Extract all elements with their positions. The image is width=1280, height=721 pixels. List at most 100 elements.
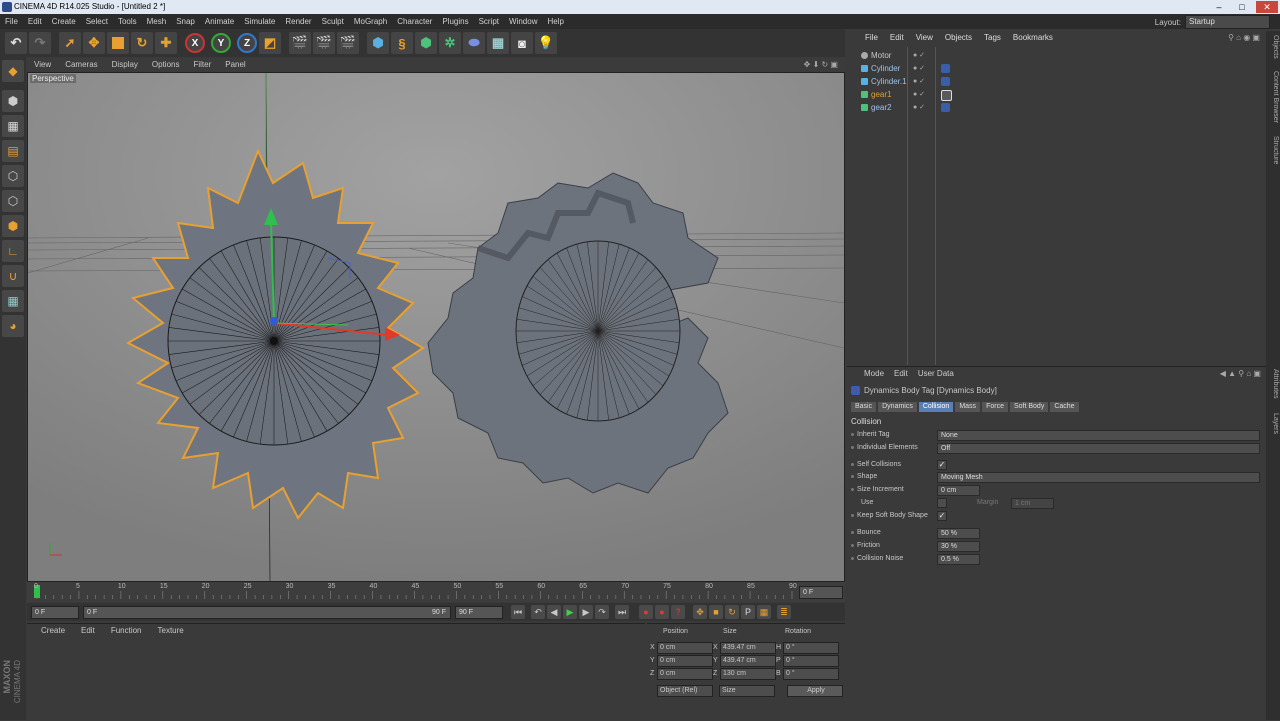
size-x-field[interactable]: 439.47 cm <box>720 642 776 654</box>
viewport-menu-options[interactable]: Options <box>145 58 187 71</box>
object-row-motor[interactable]: Motor ● ✓ <box>851 49 1261 62</box>
attr-tab-collision[interactable]: Collision <box>918 402 954 412</box>
object-row-cylinder[interactable]: Cylinder ● ✓ <box>851 62 1261 75</box>
coordinate-system-icon[interactable]: ◩ <box>259 32 281 54</box>
move-icon[interactable]: ✥ <box>83 32 105 54</box>
visibility-dots-icon[interactable]: ● ✓ <box>913 77 925 85</box>
record-active-icon[interactable]: ● <box>639 605 653 619</box>
objmgr-menu-view[interactable]: View <box>910 31 939 45</box>
menu-mesh[interactable]: Mesh <box>142 14 172 29</box>
key-position-icon[interactable]: ✥ <box>693 605 707 619</box>
menu-edit[interactable]: Edit <box>23 14 47 29</box>
polygons-mode-icon[interactable]: ⬢ <box>2 215 24 237</box>
light-icon[interactable]: 💡 <box>535 32 557 54</box>
edges-mode-icon[interactable]: ⬡ <box>2 190 24 212</box>
tab-layers[interactable]: Layers <box>1267 413 1279 434</box>
keep-soft-body-checkbox[interactable]: ✓ <box>937 511 947 521</box>
visibility-dots-icon[interactable]: ● ✓ <box>913 51 925 59</box>
range-slider[interactable]: 0 F 90 F <box>83 605 451 619</box>
axis-mode-icon[interactable]: ∟ <box>2 240 24 262</box>
spline-icon[interactable]: § <box>391 32 413 54</box>
menu-simulate[interactable]: Simulate <box>239 14 280 29</box>
keyframe-selection-icon[interactable]: ? <box>671 605 685 619</box>
menu-help[interactable]: Help <box>542 14 568 29</box>
viewport-3d[interactable]: Perspective <box>27 72 845 582</box>
go-to-end-icon[interactable]: ⏭ <box>615 605 629 619</box>
dynamics-tag-icon[interactable] <box>941 64 950 73</box>
position-y-field[interactable]: 0 cm <box>657 655 713 667</box>
menu-sculpt[interactable]: Sculpt <box>317 14 349 29</box>
floor-scene-icon[interactable]: ▦ <box>487 32 509 54</box>
array-generator-icon[interactable]: ✲ <box>439 32 461 54</box>
paint-icon[interactable]: ◕ <box>2 315 24 337</box>
live-selection-icon[interactable]: ➚ <box>59 32 81 54</box>
grid-icon[interactable]: ▦ <box>2 290 24 312</box>
cube-primitive-icon[interactable]: ⬢ <box>367 32 389 54</box>
key-rotation-icon[interactable]: ↻ <box>725 605 739 619</box>
viewport-menu-cameras[interactable]: Cameras <box>58 58 104 71</box>
menu-render[interactable]: Render <box>280 14 316 29</box>
maximize-button[interactable]: □ <box>1231 1 1253 13</box>
menu-animate[interactable]: Animate <box>200 14 239 29</box>
y-axis-lock-icon[interactable]: Y <box>211 33 231 53</box>
object-row-gear2[interactable]: gear2 ● ✓ <box>851 101 1261 114</box>
menu-mograph[interactable]: MoGraph <box>349 14 392 29</box>
shape-dropdown[interactable]: Moving Mesh <box>937 472 1260 483</box>
dynamics-tag-icon[interactable] <box>941 103 950 112</box>
menu-script[interactable]: Script <box>474 14 504 29</box>
viewport-menu-filter[interactable]: Filter <box>186 58 218 71</box>
range-end-field[interactable]: 90 F <box>455 605 503 619</box>
viewport-nav-icons[interactable]: ✥ ⬇ ↻ ▣ <box>797 58 845 71</box>
tab-objects[interactable]: Objects <box>1267 35 1279 59</box>
menu-window[interactable]: Window <box>504 14 542 29</box>
rotate-icon[interactable]: ↻ <box>131 32 153 54</box>
bounce-field[interactable]: 50 % <box>937 528 980 539</box>
next-key-icon[interactable]: ↷ <box>595 605 609 619</box>
attr-tab-cache[interactable]: Cache <box>1050 402 1079 412</box>
points-mode-icon[interactable]: ⬡ <box>2 165 24 187</box>
attr-tab-mass[interactable]: Mass <box>955 402 981 412</box>
visibility-dots-icon[interactable]: ● ✓ <box>913 103 925 111</box>
tab-content-browser[interactable]: Content Browser <box>1267 71 1279 123</box>
material-menu-edit[interactable]: Edit <box>73 624 103 638</box>
material-menu-texture[interactable]: Texture <box>150 624 192 638</box>
menu-select[interactable]: Select <box>81 14 113 29</box>
objmgr-menu-tags[interactable]: Tags <box>978 31 1007 45</box>
size-z-field[interactable]: 130 cm <box>720 668 776 680</box>
rotation-b-field[interactable]: 0 ° <box>783 668 839 680</box>
key-scale-icon[interactable]: ■ <box>709 605 723 619</box>
collision-noise-field[interactable]: 0.5 % <box>937 554 980 565</box>
workplane-icon[interactable]: ▤ <box>2 140 24 162</box>
size-increment-field[interactable]: 0 cm <box>937 485 980 496</box>
object-row-gear1[interactable]: gear1 ● ✓ <box>851 88 1261 101</box>
tab-structure[interactable]: Structure <box>1267 136 1279 164</box>
objmgr-menu-file[interactable]: File <box>859 31 884 45</box>
layout-dropdown[interactable]: Startup <box>1185 15 1270 29</box>
redo-icon[interactable]: ↷ <box>29 32 51 54</box>
go-to-start-icon[interactable]: ⏮ <box>511 605 525 619</box>
objmgr-menu-edit[interactable]: Edit <box>884 31 910 45</box>
previous-key-icon[interactable]: ↶ <box>531 605 545 619</box>
menu-character[interactable]: Character <box>392 14 437 29</box>
menu-tools[interactable]: Tools <box>113 14 142 29</box>
timeline[interactable]: 0 5 10 15 20 25 30 35 40 45 50 55 60 65 70 75 80 85 90 0 F <box>27 582 845 602</box>
next-frame-icon[interactable]: ▶ <box>579 605 593 619</box>
attr-nav-icons[interactable]: ◀ ▲ ⚲ ⌂ ▣ <box>1215 367 1266 381</box>
size-y-field[interactable]: 439.47 cm <box>720 655 776 667</box>
friction-field[interactable]: 30 % <box>937 541 980 552</box>
texture-mode-icon[interactable]: ▦ <box>2 115 24 137</box>
attr-tab-soft-body[interactable]: Soft Body <box>1009 402 1049 412</box>
viewport-menu-panel[interactable]: Panel <box>218 58 252 71</box>
inherit-tag-dropdown[interactable]: None <box>937 430 1260 441</box>
key-parameter-icon[interactable]: P <box>741 605 755 619</box>
objmgr-nav-icons[interactable]: ⚲ ⌂ ◉ ▣ <box>1222 31 1266 45</box>
undo-icon[interactable]: ↶ <box>5 32 27 54</box>
menu-plugins[interactable]: Plugins <box>437 14 473 29</box>
current-frame-field[interactable]: 0 F <box>31 605 79 619</box>
camera-icon[interactable]: ◙ <box>511 32 533 54</box>
deformer-icon[interactable]: ⬬ <box>463 32 485 54</box>
position-z-field[interactable]: 0 cm <box>657 668 713 680</box>
camera-label[interactable]: Perspective <box>30 74 76 83</box>
objmgr-menu-bookmarks[interactable]: Bookmarks <box>1007 31 1059 45</box>
viewport-menu-display[interactable]: Display <box>105 58 145 71</box>
